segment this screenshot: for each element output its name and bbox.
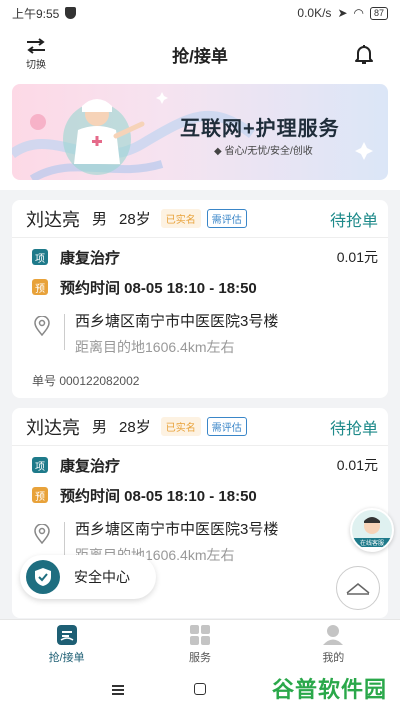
bottom-tab-bar: 抢/接单 服务 我的 (0, 619, 400, 668)
appointment-row: 预 预约时间 08-05 18:10 - 18:50 (12, 272, 388, 302)
tab-label: 我的 (322, 651, 345, 664)
order-card-header: 刘达亮 男 28岁 已实名 需评估 待抢单 (12, 200, 388, 238)
bell-icon (355, 45, 373, 64)
customer-service-button[interactable]: 在线客服 (350, 508, 394, 552)
shield-icon (65, 7, 77, 19)
service-badge: 项 (32, 249, 48, 265)
network-speed: 0.0K/s (297, 6, 332, 20)
wifi-icon: ◠ (353, 6, 364, 20)
service-row: 项 康复治疗 0.01元 (12, 242, 388, 272)
battery-icon: 87 (369, 6, 388, 20)
patient-name: 刘达亮 (26, 209, 80, 230)
distance-text: 距离目的地1606.4km左右 (75, 339, 235, 355)
appointment-badge: 预 (32, 279, 48, 295)
divider (64, 314, 65, 350)
appointment-row: 预 预约时间 08-05 18:10 - 18:50 (12, 480, 388, 510)
verified-badge: 已实名 (160, 417, 201, 436)
safety-center-label: 安全中心 (74, 569, 130, 585)
banner-subheading: ◆ 省心/无忧/安全/创收 (214, 146, 313, 157)
patient-age: 28岁 (119, 211, 151, 228)
tab-service[interactable]: 服务 (133, 620, 266, 668)
divider (64, 522, 65, 558)
appointment-badge: 预 (32, 487, 48, 503)
status-bar: 上午9:55 0.0K/s ➤ ◠ 87 (0, 0, 400, 26)
service-row: 项 康复治疗 0.01元 (12, 450, 388, 480)
watermark-green: 谷普 (272, 677, 319, 702)
watermark-orange: 软件园 (318, 677, 388, 702)
order-card[interactable]: 刘达亮 男 28岁 已实名 需评估 待抢单 项 康复治疗 0.01元 预 预约时… (12, 200, 388, 398)
customer-service-label: 在线客服 (352, 538, 392, 547)
person-icon (323, 624, 344, 645)
appointment-time: 预约时间 08-05 18:10 - 18:50 (60, 279, 257, 297)
appointment-time: 预约时间 08-05 18:10 - 18:50 (60, 487, 257, 505)
location-pin-icon (32, 310, 52, 357)
assessment-badge: 需评估 (206, 417, 247, 436)
service-price: 0.01元 (336, 457, 378, 473)
chevron-up-icon (346, 583, 370, 595)
switch-button[interactable]: 切换 (16, 38, 56, 71)
watermark-logo: 谷普软件园 (272, 672, 387, 704)
notification-button[interactable] (352, 42, 376, 66)
shield-check-icon (26, 560, 60, 594)
order-card-header: 刘达亮 男 28岁 已实名 需评估 待抢单 (12, 408, 388, 446)
banner-section: 互联网+护理服务 ◆ 省心/无忧/安全/创收 (0, 82, 400, 190)
banner-heading: 互联网+护理服务 (180, 118, 340, 140)
status-time: 上午9:55 (12, 6, 60, 21)
promo-banner[interactable]: 互联网+护理服务 ◆ 省心/无忧/安全/创收 (12, 84, 388, 180)
menu-icon[interactable] (112, 685, 124, 697)
safety-center-button[interactable]: 安全中心 (20, 555, 156, 599)
home-icon[interactable] (194, 683, 206, 695)
swap-arrows-icon (27, 38, 45, 54)
switch-label: 切换 (26, 60, 46, 71)
tab-orders[interactable]: 抢/接单 (0, 620, 133, 668)
tab-label: 抢/接单 (48, 651, 85, 664)
tab-mine[interactable]: 我的 (267, 620, 400, 668)
service-name: 康复治疗 (60, 457, 121, 475)
tab-label: 服务 (188, 651, 211, 664)
order-status[interactable]: 待抢单 (330, 207, 378, 231)
order-status[interactable]: 待抢单 (330, 415, 378, 439)
location-icon: ➤ (337, 6, 348, 20)
patient-gender: 男 (92, 419, 108, 436)
address-block: 西乡塘区南宁市中医医院3号楼 距离目的地1606.4km左右 (12, 302, 388, 357)
grid-icon (189, 624, 210, 645)
assessment-badge: 需评估 (206, 209, 247, 228)
scroll-to-top-button[interactable] (336, 566, 380, 610)
order-icon (56, 624, 77, 645)
service-badge: 项 (32, 457, 48, 473)
address-text: 西乡塘区南宁市中医医院3号楼 (75, 521, 279, 538)
address-text: 西乡塘区南宁市中医医院3号楼 (75, 313, 279, 330)
service-name: 康复治疗 (60, 249, 121, 267)
app-header: 切换 抢/接单 (0, 26, 400, 82)
patient-gender: 男 (92, 211, 108, 228)
patient-name: 刘达亮 (26, 417, 80, 438)
patient-age: 28岁 (119, 419, 151, 436)
service-price: 0.01元 (336, 249, 378, 265)
page-title: 抢/接单 (172, 46, 228, 66)
order-number: 单号 000122082002 (32, 374, 140, 388)
verified-badge: 已实名 (160, 209, 201, 228)
